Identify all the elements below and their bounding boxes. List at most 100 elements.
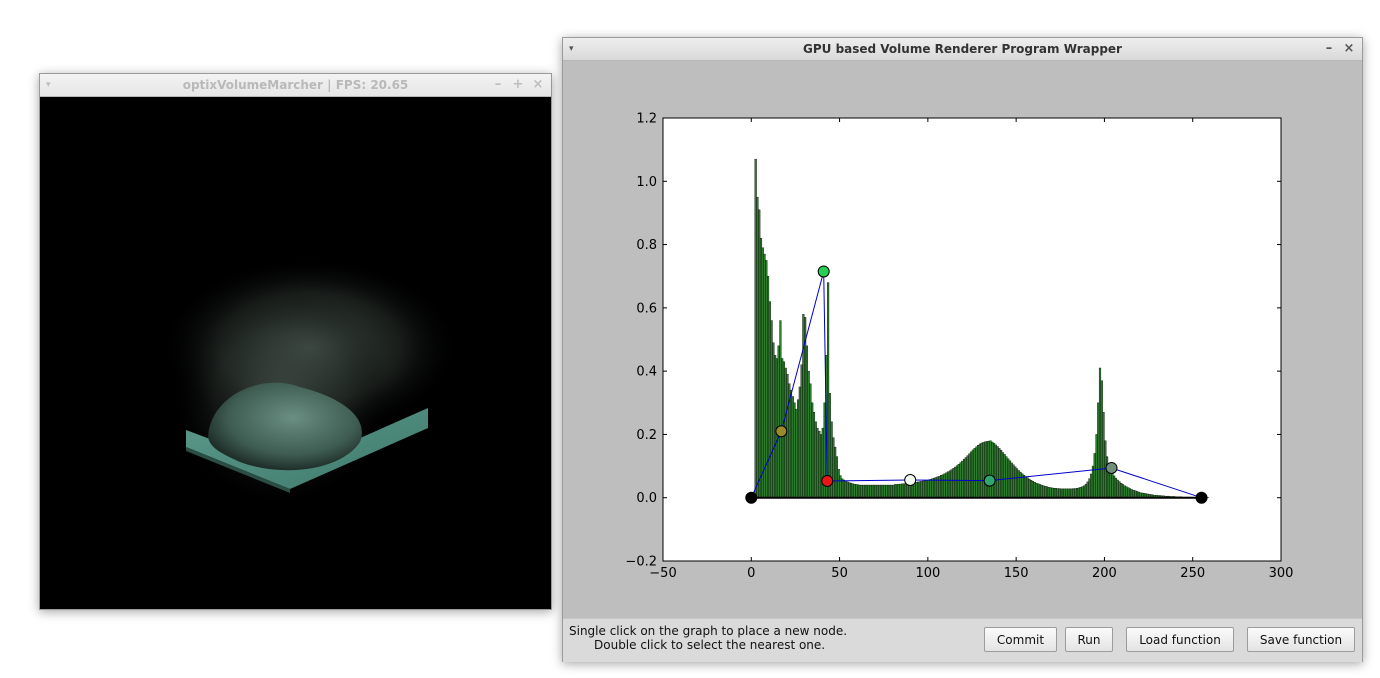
histogram-bar [940,475,943,498]
close-icon[interactable]: × [1342,38,1356,60]
histogram-bar [1109,470,1112,498]
transfer-function-node[interactable] [821,474,834,487]
minimize-icon[interactable]: – [1322,38,1336,60]
histogram-bar [931,478,934,498]
histogram-bar [1072,488,1075,498]
transfer-function-plot-panel[interactable]: −50 0 50 100 150 200 250 300 −0.2 0.0 0.2 0.4 0.6 0.8… [563,61,1362,618]
histogram-bar [952,468,955,498]
transfer-function-node[interactable] [904,473,917,486]
histogram-bar [777,345,780,498]
histogram-bar [774,355,777,498]
transfer-function-node[interactable] [817,265,830,278]
histogram-bar [846,481,849,498]
histogram-bar [888,484,891,498]
y-tick-label: 0.6 [636,301,657,316]
histogram-bar [924,480,927,498]
histogram-bar [1015,468,1019,498]
volume-render-viewport[interactable] [40,97,551,609]
histogram-bar [927,479,930,498]
histogram-bar [880,484,883,498]
histogram-bar [938,476,941,498]
histogram-bar [1005,456,1008,498]
histogram-bar [851,483,854,498]
histogram-bar [1090,473,1093,498]
histogram-bar [1091,465,1095,498]
render-window-titlebar[interactable]: ▾ optixVolumeMarcher | FPS: 20.65 – + × [40,74,551,97]
histogram-bar [1035,482,1038,498]
histogram-bar [998,448,1001,498]
y-tick-label: 0.0 [636,491,657,506]
minimize-icon[interactable]: – [491,74,505,96]
histogram-bar [1118,481,1121,498]
transfer-function-node[interactable] [1105,461,1118,474]
histogram-bar [968,453,971,498]
histogram-bar [1077,487,1080,498]
histogram-bar [1037,483,1040,498]
y-tick-label: −0.2 [625,555,657,570]
histogram-bar [1067,488,1070,498]
histogram-bar [987,440,990,498]
transfer-function-chart[interactable]: −50 0 50 100 150 200 250 300−0.20.00.20.40.60.8… [563,61,1362,618]
histogram-bar [1038,484,1042,498]
histogram-bar [994,444,997,498]
save-function-button[interactable]: Save function [1247,627,1355,652]
histogram-bar [830,421,833,498]
histogram-bar [945,472,948,498]
histogram-bar [818,431,821,498]
histogram-bar [1030,480,1033,498]
histogram-bar [767,276,770,498]
histogram-bar [1076,488,1079,498]
histogram-bar [929,479,932,498]
histogram-bar [961,460,964,498]
histogram-bar [834,446,837,498]
y-tick-label: 1.0 [636,175,657,190]
transfer-function-node[interactable] [983,474,996,487]
histogram-bar [807,370,810,498]
histogram-bar [1097,402,1100,498]
histogram-bar [1054,488,1057,498]
transfer-function-node[interactable] [1195,491,1208,504]
histogram-bar [1061,488,1064,498]
program-wrapper-window[interactable]: ▾ GPU based Volume Renderer Program Wrap… [562,37,1363,662]
histogram-bar [860,484,863,498]
histogram-bar [1068,488,1072,498]
x-tick-label: 50 [831,566,848,581]
histogram-bar [772,342,775,498]
histogram-bar [1114,477,1117,498]
histogram-bar [800,364,803,498]
histogram-bar [797,399,800,498]
status-hint-line1: Single click on the graph to place a new… [569,624,848,638]
maximize-icon[interactable]: + [511,74,525,96]
y-tick-label: 0.4 [636,365,657,380]
x-tick-label: 300 [1269,566,1294,581]
histogram-bar [809,383,812,498]
histogram-bar [980,442,983,498]
histogram-bar [883,484,886,498]
histogram-bar [793,402,796,498]
histogram-bar [1111,473,1114,498]
program-wrapper-titlebar[interactable]: ▾ GPU based Volume Renderer Program Wrap… [563,38,1362,61]
histogram-bar [1130,489,1133,498]
histogram-bar [881,484,884,498]
transfer-function-node[interactable] [775,425,788,438]
histogram-bar [1084,483,1087,498]
histogram-bar [865,484,869,498]
histogram-bar [978,443,982,498]
histogram-bar [985,441,989,498]
run-button[interactable]: Run [1065,627,1113,652]
histogram-bar [855,484,858,498]
render-window[interactable]: ▾ optixVolumeMarcher | FPS: 20.65 – + × [39,73,552,610]
histogram-bar [1060,488,1063,498]
commit-button[interactable]: Commit [984,627,1057,652]
histogram-bar [920,481,923,498]
load-function-button[interactable]: Load function [1126,627,1234,652]
window-menu-icon[interactable]: ▾ [46,74,51,96]
histogram-bar [1033,482,1036,498]
histogram-bar [832,437,835,498]
histogram-bar [1051,487,1054,498]
transfer-function-node[interactable] [745,491,758,504]
window-menu-icon[interactable]: ▾ [569,38,574,60]
histogram-bar [1098,367,1102,498]
close-icon[interactable]: × [531,74,545,96]
histogram-bar [789,389,793,498]
